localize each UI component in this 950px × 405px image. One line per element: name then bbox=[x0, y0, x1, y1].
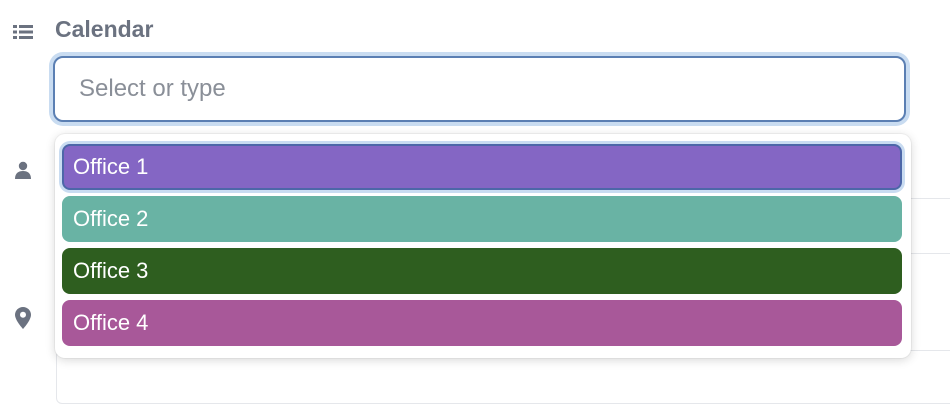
list-icon bbox=[12, 24, 34, 40]
location-pin-icon bbox=[14, 306, 32, 330]
person-icon bbox=[13, 160, 33, 180]
option-office-2[interactable]: Office 2 bbox=[62, 196, 902, 242]
calendar-dropdown: Office 1 Office 2 Office 3 Office 4 bbox=[55, 134, 911, 358]
location-field[interactable] bbox=[56, 350, 950, 404]
calendar-label: Calendar bbox=[55, 16, 154, 42]
option-office-4[interactable]: Office 4 bbox=[62, 300, 902, 346]
option-office-3[interactable]: Office 3 bbox=[62, 248, 902, 294]
calendar-select-input[interactable] bbox=[53, 56, 906, 122]
option-office-1[interactable]: Office 1 bbox=[62, 144, 902, 190]
